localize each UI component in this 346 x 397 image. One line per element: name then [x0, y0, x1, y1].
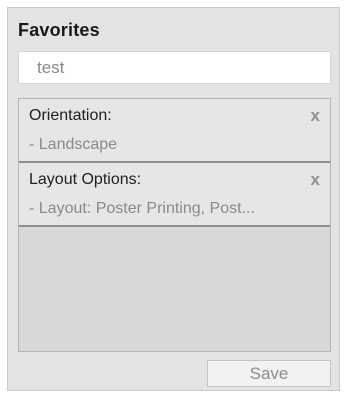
favorites-panel: Favorites Orientation: x - Landscape Lay… [7, 7, 340, 391]
close-icon[interactable]: x [311, 170, 320, 190]
favorite-settings-list[interactable]: Orientation: x - Landscape Layout Option… [18, 98, 331, 352]
list-item[interactable]: Orientation: x - Landscape [19, 99, 330, 163]
list-item[interactable]: Layout Options: x - Layout: Poster Print… [19, 163, 330, 227]
panel-title: Favorites [18, 20, 100, 40]
entry-label-orientation: Orientation: [29, 107, 112, 124]
entry-label-layout-options: Layout Options: [29, 171, 142, 188]
close-icon[interactable]: x [311, 106, 320, 126]
save-button[interactable]: Save [207, 360, 331, 387]
entry-value-orientation: - Landscape [29, 136, 118, 153]
entry-value-layout-options: - Layout: Poster Printing, Post... [29, 200, 255, 217]
favorite-name-input[interactable] [18, 51, 331, 84]
